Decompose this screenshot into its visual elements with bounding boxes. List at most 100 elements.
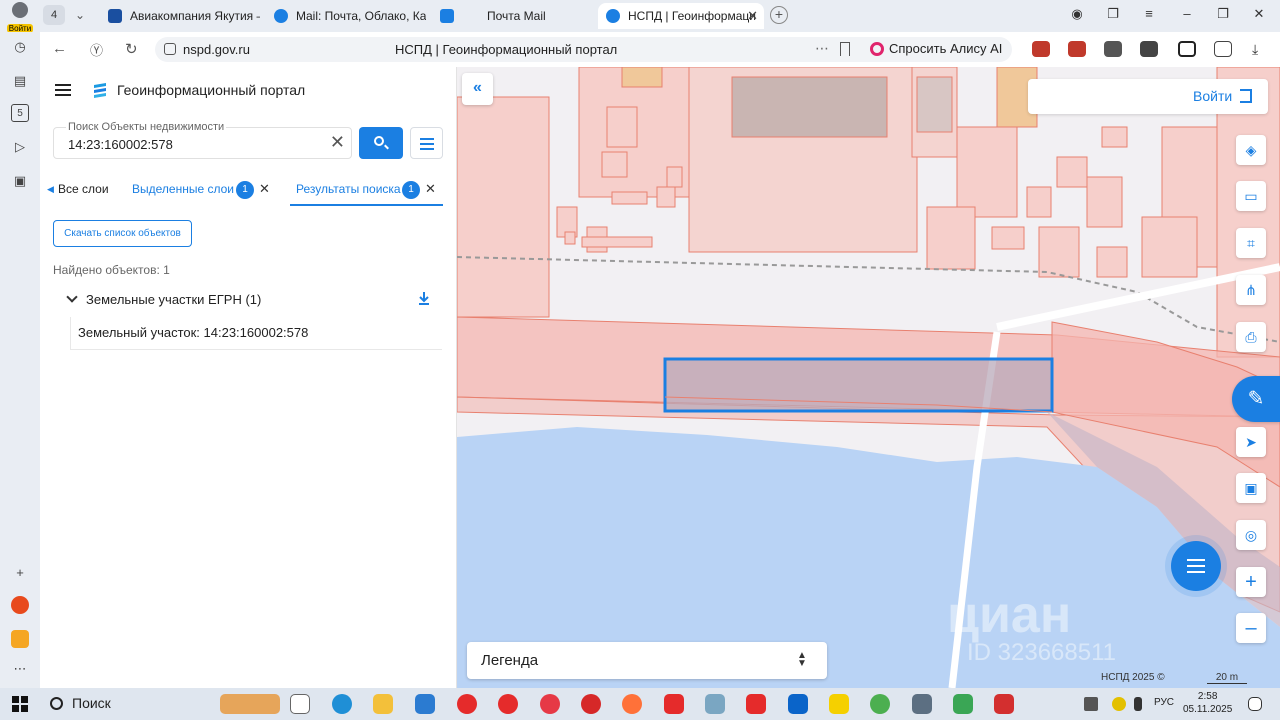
minimize-icon[interactable]: – — [1176, 6, 1198, 21]
add-icon[interactable]: + — [11, 564, 29, 582]
close-tab-icon[interactable]: ✕ — [747, 8, 758, 24]
search-button[interactable] — [359, 127, 403, 159]
zoom-in-button[interactable]: + — [1236, 567, 1266, 597]
outlook-icon[interactable] — [788, 694, 808, 714]
tabs-left-arrow-icon[interactable]: ◀ — [47, 184, 54, 195]
language-indicator[interactable]: РУС — [1154, 697, 1174, 708]
edge-icon[interactable] — [332, 694, 352, 714]
new-tab-button[interactable]: + — [770, 6, 788, 24]
app-icon[interactable] — [581, 694, 601, 714]
selected-parcel[interactable] — [663, 357, 1054, 413]
tab-count-badge[interactable]: 4 — [43, 5, 65, 25]
download-list-button[interactable]: Скачать список объектов — [53, 220, 192, 247]
tabs-dropdown-icon[interactable]: ⌄ — [70, 5, 90, 25]
battery-icon[interactable] — [1178, 41, 1196, 57]
ruler-button[interactable]: ▭ — [1236, 181, 1266, 211]
search-input[interactable]: Поиск Объекты недвижимости 14:23:160002:… — [53, 121, 352, 159]
tab-nspd-active[interactable]: НСПД | Геоинформаци ✕ — [598, 3, 764, 29]
collapse-panel-button[interactable]: « — [462, 73, 493, 105]
reload-icon[interactable]: ↻ — [125, 40, 138, 58]
five-icon[interactable]: 5 — [11, 104, 29, 122]
area-search-button[interactable]: ⌗ — [1236, 228, 1266, 258]
more-dots-icon[interactable]: ⋯ — [815, 40, 829, 57]
notes-icon[interactable]: ▤ — [11, 72, 29, 90]
firefox-icon[interactable] — [622, 694, 642, 714]
tab-yakutia[interactable]: Авиакомпания Якутия – — [100, 3, 260, 29]
explorer-icon[interactable] — [373, 694, 393, 714]
close-selected-tab-icon[interactable]: ✕ — [259, 181, 270, 197]
tab-mail-cloud[interactable]: Mail: Почта, Облако, Кале — [266, 3, 426, 29]
widget-icon[interactable] — [220, 694, 280, 714]
more-icon[interactable]: ⋯ — [11, 660, 29, 678]
login-button[interactable]: Войти — [1028, 79, 1268, 114]
legend-dropdown[interactable]: Легенда ▲ ▼ — [467, 642, 827, 679]
bookmark-icon[interactable] — [840, 42, 850, 56]
tab-selected-layers[interactable]: Выделенные слои — [132, 182, 234, 196]
extension-icon[interactable] — [1032, 41, 1050, 57]
anydesk-icon[interactable] — [664, 694, 684, 714]
search-value[interactable]: 14:23:160002:578 — [68, 137, 173, 152]
clear-search-icon[interactable]: ✕ — [330, 132, 345, 153]
menu-icon[interactable]: ≡ — [1138, 6, 1160, 21]
acrobat-icon[interactable] — [994, 694, 1014, 714]
clock[interactable]: 2:58 05.11.2025 — [1183, 690, 1232, 716]
tray-icon[interactable] — [1112, 697, 1126, 711]
extension-icon[interactable] — [1104, 41, 1122, 57]
mail-app-icon[interactable] — [11, 630, 29, 648]
yandex-icon[interactable]: Ⓨ — [90, 40, 103, 59]
share-button[interactable]: ⋔ — [1236, 275, 1266, 305]
download-icon[interactable] — [418, 291, 430, 305]
locate-button[interactable]: ◎ — [1236, 520, 1266, 550]
draw-tool-button[interactable]: ✎ — [1232, 376, 1280, 422]
zoom-out-button[interactable]: – — [1236, 613, 1266, 643]
layers-button[interactable]: ◈ — [1236, 135, 1266, 165]
extension-icon[interactable] — [1140, 41, 1158, 57]
microphone-icon[interactable] — [1134, 697, 1142, 711]
tab-all-layers[interactable]: Все слои — [58, 182, 109, 196]
yandex-browser-icon[interactable] — [498, 694, 518, 714]
extension-icon[interactable] — [1068, 41, 1086, 57]
taskbar-search[interactable]: Поиск — [50, 695, 111, 711]
ask-alice-button[interactable]: Спросить Алису AI — [863, 37, 1013, 62]
menu-hamburger-icon[interactable] — [55, 84, 71, 96]
watermark: циан — [947, 586, 1072, 644]
yandex-app-icon[interactable] — [746, 694, 766, 714]
downloads-icon[interactable]: ⤓ — [1252, 41, 1270, 57]
puzzle-icon[interactable] — [1214, 41, 1232, 57]
profile-icon[interactable]: ◉ — [1066, 6, 1088, 22]
task-view-icon[interactable] — [290, 694, 310, 714]
app-shortcut-icon[interactable] — [11, 596, 29, 614]
collections-icon[interactable]: ❐ — [1102, 6, 1124, 22]
results-group-header[interactable]: Земельные участки ЕГРН (1) — [64, 291, 261, 307]
print-button[interactable]: ⎙ — [1236, 322, 1266, 352]
app-icon[interactable] — [705, 694, 725, 714]
close-window-icon[interactable]: ✕ — [1248, 6, 1270, 22]
chat-button[interactable] — [1171, 541, 1221, 591]
close-results-tab-icon[interactable]: ✕ — [425, 181, 436, 197]
sticky-notes-icon[interactable] — [829, 694, 849, 714]
result-list-item[interactable]: Земельный участок: 14:23:160002:578 — [70, 317, 442, 350]
map-view[interactable]: циан ID 323668511 « Войти ◈ ▭ ⌗ ⋔ ⎙ ✎ ➤ … — [457, 67, 1280, 688]
history-icon[interactable]: ◷ — [11, 38, 29, 56]
notifications-icon[interactable] — [1248, 697, 1262, 711]
chrome-icon[interactable] — [870, 694, 890, 714]
windows-start-icon[interactable] — [12, 696, 28, 712]
navigate-button[interactable]: ➤ — [1236, 427, 1266, 457]
store-icon[interactable] — [415, 694, 435, 714]
app-icon[interactable] — [953, 694, 973, 714]
account-button[interactable]: Войти — [4, 2, 36, 33]
restore-icon[interactable]: ❐ — [1212, 6, 1234, 22]
map-canvas[interactable] — [457, 67, 1280, 688]
yandex-icon[interactable] — [457, 694, 477, 714]
app-icon[interactable] — [540, 694, 560, 714]
minimap-button[interactable]: ▣ — [1236, 473, 1266, 503]
screenshot-icon[interactable]: ▣ — [11, 172, 29, 190]
tray-icon[interactable] — [1084, 697, 1098, 711]
play-icon[interactable]: ▷ — [11, 138, 29, 156]
tab-search-results[interactable]: Результаты поиска — [296, 182, 401, 196]
url-field[interactable]: nspd.gov.ru НСПД | Геоинформационный пор… — [155, 37, 895, 62]
calculator-icon[interactable] — [912, 694, 932, 714]
filter-button[interactable] — [410, 127, 443, 159]
tab-pochta-mail[interactable]: Почта Mail — [432, 3, 592, 29]
back-icon[interactable]: ← — [52, 40, 67, 57]
